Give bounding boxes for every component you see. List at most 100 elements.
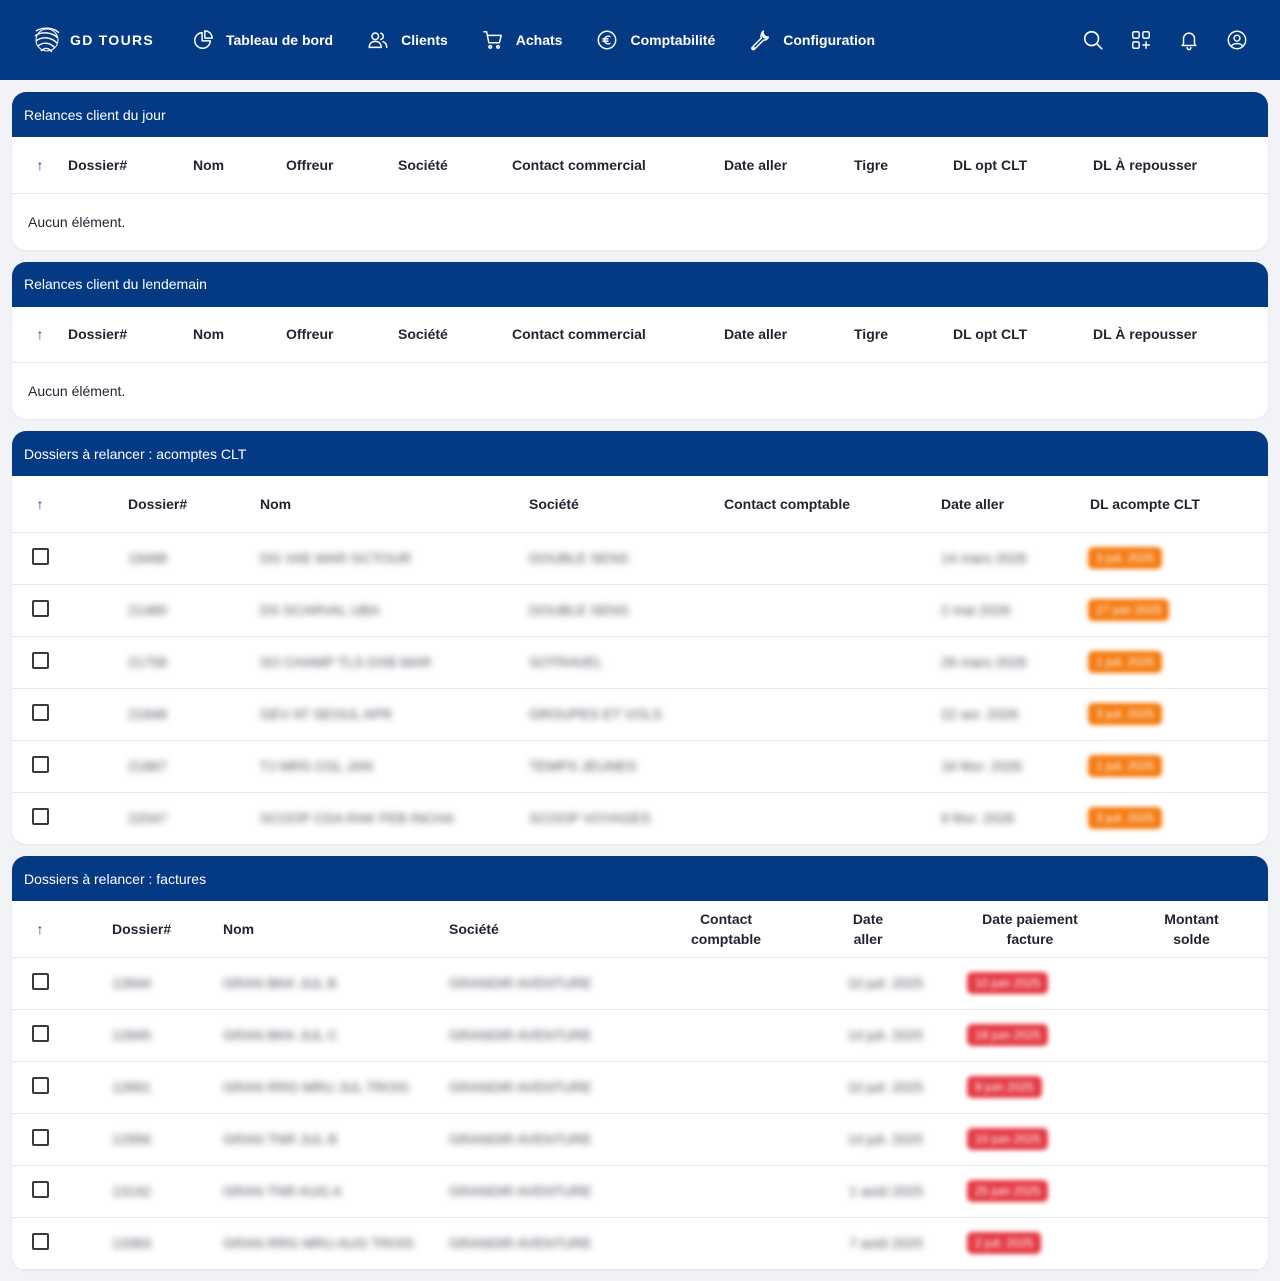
cell-date-aller: 16 févr. 2026	[941, 758, 1022, 774]
cart-icon	[482, 31, 502, 49]
row-checkbox[interactable]	[31, 1129, 49, 1146]
table-factures: ↑ Dossier# Nom Société Contact comptable…	[12, 901, 1268, 1270]
cell-dossier: 21848	[128, 706, 167, 722]
brand[interactable]: GD TOURS	[32, 25, 192, 55]
col-header[interactable]: Offreur	[286, 137, 398, 194]
col-header[interactable]: Contact commercial	[512, 137, 724, 194]
col-header[interactable]: Société	[398, 306, 512, 363]
row-checkbox[interactable]	[31, 600, 49, 617]
nav-achats[interactable]: Achats	[482, 29, 563, 51]
table-row[interactable]: 13363 GRAN RRG MRU AUG TROIS GRANDIR AVENT…	[12, 1217, 1268, 1270]
table-row[interactable]: 12956 GRAN TNR JUL B GRANDIR AVENTURE 14 ju…	[12, 1113, 1268, 1166]
sort-arrow-icon[interactable]: ↑	[12, 476, 68, 533]
sort-arrow-icon[interactable]: ↑	[12, 901, 68, 958]
row-checkbox[interactable]	[31, 756, 49, 773]
col-header[interactable]: Dossier#	[68, 306, 193, 363]
table-row[interactable]: 12891 GRAN RRG MRU JUL TROIS GRANDIR AVENT…	[12, 1061, 1268, 1114]
table-row[interactable]: 21867 TJ MRS CGL JAN TEMPS JEUNES 16 févr. …	[12, 740, 1268, 793]
col-header[interactable]: Tigre	[854, 137, 953, 194]
col-header[interactable]: DL À repousser	[1093, 306, 1268, 363]
col-header[interactable]: DL À repousser	[1093, 137, 1268, 194]
col-header[interactable]: Nom	[223, 901, 449, 958]
table-row[interactable]: 19498 DG VAE MAR GCTOUR DOUBLE SENS 14 mars…	[12, 532, 1268, 585]
date-paiement-badge: 10 juin 2025	[969, 1130, 1047, 1148]
col-header[interactable]: Offreur	[286, 306, 398, 363]
col-header[interactable]: DL opt CLT	[953, 137, 1093, 194]
cell-dossier: 22047	[128, 810, 167, 827]
col-header[interactable]: Contact comptable	[661, 901, 791, 958]
cell-date-aller: 14 mars 2026	[941, 550, 1027, 566]
col-header[interactable]: Tigre	[854, 306, 953, 363]
row-checkbox[interactable]	[31, 1077, 49, 1094]
row-checkbox[interactable]	[31, 652, 49, 669]
nav-comptabilite[interactable]: Comptabilité	[596, 29, 715, 51]
cell-date-aller: 7 août 2025	[849, 1235, 923, 1251]
col-header[interactable]: Nom	[260, 476, 529, 533]
date-paiement-badge: 2 juil. 2025	[969, 1234, 1040, 1252]
col-header[interactable]: Date aller	[724, 137, 854, 194]
cell-dossier: 13363	[112, 1235, 151, 1251]
table-row[interactable]: 13142 GRAN TNR AUG A GRANDIR AVENTURE 1 aoû…	[12, 1165, 1268, 1218]
search-button[interactable]	[1082, 29, 1104, 51]
col-header[interactable]: Société	[398, 137, 512, 194]
cell-societe: GRANDIR AVENTURE	[449, 975, 592, 991]
apps-button[interactable]	[1130, 29, 1152, 51]
row-checkbox[interactable]	[31, 1233, 49, 1250]
nav-tableau-de-bord[interactable]: Tableau de bord	[192, 29, 333, 51]
card-acomptes: Dossiers à relancer : acomptes CLT ↑ Dos…	[12, 431, 1268, 844]
nav-clients[interactable]: Clients	[367, 29, 448, 51]
nav-configuration[interactable]: Configuration	[749, 29, 875, 51]
col-header[interactable]: DL opt CLT	[953, 306, 1093, 363]
col-header[interactable]: Date paiement facture	[945, 901, 1115, 958]
table-row[interactable]: 21480 DS SCARVAL UBA DOUBLE SENS 2 mai 2026…	[12, 584, 1268, 637]
nav-label: Achats	[515, 32, 563, 48]
cell-date-aller: 26 mars 2026	[941, 654, 1027, 670]
card-relances-jour: Relances client du jour ↑ Dossier# Nom O…	[12, 92, 1268, 250]
row-checkbox[interactable]	[31, 973, 49, 990]
col-header[interactable]: Date aller	[724, 306, 854, 363]
table-relances-lendemain: ↑ Dossier# Nom Offreur Société Contact c…	[12, 306, 1268, 363]
dl-acompte-badge: 3 juil. 2025	[1090, 809, 1161, 828]
row-checkbox[interactable]	[31, 808, 49, 826]
nav-label: Clients	[401, 32, 448, 48]
row-checkbox[interactable]	[31, 1025, 49, 1042]
row-checkbox[interactable]	[31, 1181, 49, 1198]
table-row[interactable]: 12845 GRAN BKK JUL C GRANDIR AVENTURE 14 ju…	[12, 1009, 1268, 1062]
col-header[interactable]: Société	[529, 476, 724, 533]
col-header[interactable]: Nom	[193, 137, 286, 194]
table-row[interactable]: 21758 SO CHAMP TLS DXB MAR SOTRAVEL 26 mars…	[12, 636, 1268, 689]
col-header[interactable]: Dossier#	[128, 476, 260, 533]
gd-tours-logo	[34, 27, 60, 53]
table-acomptes: ↑ Dossier# Nom Société Contact comptable…	[12, 476, 1268, 844]
row-checkbox[interactable]	[31, 548, 49, 565]
col-header[interactable]: Nom	[193, 306, 286, 363]
cell-dossier: 21867	[128, 758, 167, 774]
table-row[interactable]: 12844 GRAN BKK JUL B GRANDIR AVENTURE 10 ju…	[12, 957, 1268, 1010]
notifications-button[interactable]	[1178, 29, 1200, 51]
table-row[interactable]: 22047 SCOOP CDA RAK FEB INCHA SCOOP VOYAGE…	[12, 792, 1268, 844]
sort-arrow-icon[interactable]: ↑	[12, 306, 68, 363]
col-header[interactable]: Dossier#	[112, 901, 223, 958]
col-header[interactable]: Dossier#	[68, 137, 193, 194]
table-row[interactable]: 21848 GEV AT SEOUL APR GROUPES ET VOLS 22 a…	[12, 688, 1268, 741]
wrench-icon	[751, 30, 770, 51]
nav-label: Comptabilité	[630, 32, 716, 48]
brand-name: GD TOURS	[70, 32, 155, 48]
cell-societe: GRANDIR AVENTURE	[449, 1235, 592, 1251]
col-header[interactable]: Société	[449, 901, 661, 958]
col-header[interactable]: Date aller	[791, 901, 945, 958]
row-checkbox[interactable]	[31, 704, 49, 721]
cell-nom: SO CHAMP TLS DXB MAR	[260, 654, 432, 670]
cell-societe: SCOOP VOYAGES	[529, 810, 651, 827]
col-header[interactable]: Contact comptable	[724, 476, 941, 533]
cell-societe: GROUPES ET VOLS	[529, 706, 662, 722]
col-header[interactable]: Date aller	[941, 476, 1090, 533]
col-header[interactable]: Montant solde	[1115, 901, 1268, 958]
col-header[interactable]: Contact commercial	[512, 306, 724, 363]
cell-societe: DOUBLE SENS	[529, 550, 629, 566]
sort-arrow-icon[interactable]: ↑	[12, 137, 68, 194]
col-header[interactable]: DL acompte CLT	[1090, 476, 1268, 533]
cell-nom: GRAN TNR AUG A	[223, 1183, 342, 1199]
account-button[interactable]	[1226, 29, 1248, 51]
dl-acompte-badge: 1 juil. 2025	[1090, 757, 1161, 775]
